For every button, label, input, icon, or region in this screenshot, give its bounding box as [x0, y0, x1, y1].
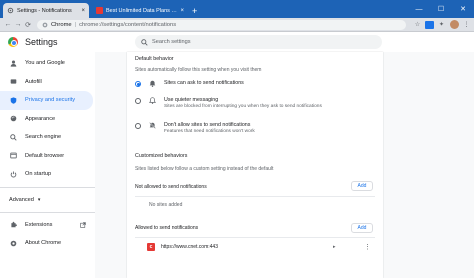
sidebar-item-about-chrome[interactable]: About Chrome [0, 234, 95, 253]
sidebar-item-privacy-and-security[interactable]: Privacy and security [0, 91, 93, 110]
gear-icon [7, 7, 14, 14]
allowed-site-row[interactable]: c https://www.cnet.com:443 ▸ ⋮ [147, 242, 379, 252]
not-allowed-title: Not allowed to send notifications [135, 184, 207, 190]
radio-sites-can-ask[interactable] [135, 81, 141, 87]
menu-icon[interactable]: ⋮ [462, 21, 471, 29]
option-description: Features that need notifications won't w… [164, 129, 255, 134]
sidebar-advanced-label: Advanced [9, 196, 34, 203]
tab-cnet[interactable]: Best Unlimited Data Plans for 2021 × [92, 3, 188, 18]
option-quieter-messaging[interactable]: Use quieter messaging Sites are blocked … [135, 97, 322, 109]
tab-close-button[interactable]: × [81, 8, 85, 14]
site-url: https://www.cnet.com:443 [161, 244, 218, 250]
option-sites-can-ask[interactable]: Sites can ask to send notifications [135, 80, 244, 87]
address-bar[interactable]: Chrome | chrome://settings/content/notif… [37, 19, 406, 30]
search-placeholder: Search settings [152, 39, 191, 45]
minimize-button[interactable]: — [408, 0, 430, 18]
sidebar-divider [0, 211, 95, 213]
sidebar-item-label: You and Google [25, 60, 65, 67]
page-title: Settings [25, 37, 58, 47]
chrome-icon [9, 239, 17, 247]
person-icon [9, 59, 17, 67]
reload-button[interactable]: ⟳ [23, 21, 33, 29]
tab-label: Best Unlimited Data Plans for 2021 [106, 7, 178, 14]
extensions-puzzle-icon[interactable]: ✦ [437, 21, 446, 29]
sidebar-item-extensions[interactable]: Extensions [0, 216, 95, 235]
customized-behaviors-title: Customized behaviors [135, 153, 188, 159]
extension-icon[interactable] [425, 20, 434, 29]
option-description: Sites are blocked from interrupting you … [164, 104, 322, 109]
maximize-button[interactable]: ☐ [430, 0, 452, 18]
sidebar-item-label: Extensions [25, 221, 53, 228]
allowed-title: Allowed to send notifications [135, 225, 199, 231]
profile-avatar[interactable] [450, 20, 459, 29]
window-controls: — ☐ ✕ [408, 0, 474, 18]
bell-off-icon [149, 122, 156, 129]
sidebar-item-default-browser[interactable]: Default browser [0, 147, 95, 166]
radio-dont-allow[interactable] [135, 123, 141, 129]
address-separator: | [74, 21, 77, 28]
power-icon [9, 170, 17, 178]
default-behavior-subtitle: Sites automatically follow this setting … [135, 67, 262, 73]
sidebar-item-on-startup[interactable]: On startup [0, 165, 95, 184]
search-icon [9, 133, 17, 141]
sidebar-item-label: About Chrome [25, 240, 62, 247]
option-label: Don't allow sites to send notifications [164, 122, 251, 128]
sidebar-item-label: Autofill [25, 78, 42, 85]
option-label: Sites can ask to send notifications [164, 80, 244, 86]
forward-button[interactable]: → [13, 21, 23, 28]
chevron-down-icon: ▾ [37, 196, 41, 203]
browser-icon [9, 152, 17, 160]
add-blocked-site-button[interactable]: Add [351, 181, 373, 191]
sidebar-item-label: Appearance [25, 115, 56, 122]
browser-toolbar: ← → ⟳ Chrome | chrome://settings/content… [0, 18, 474, 32]
address-host: Chrome [51, 21, 72, 28]
sidebar-item-appearance[interactable]: Appearance [0, 110, 95, 129]
tab-settings-notifications[interactable]: Settings - Notifications × [3, 3, 89, 18]
cnet-favicon-icon [96, 7, 103, 14]
tab-label: Settings - Notifications [17, 7, 72, 14]
open-external-icon [80, 221, 86, 230]
section-divider [135, 196, 375, 197]
sidebar-item-label: On startup [25, 171, 52, 178]
back-button[interactable]: ← [3, 21, 13, 28]
sidebar-item-label: Default browser [25, 152, 65, 159]
sidebar-item-autofill[interactable]: Autofill [0, 73, 95, 92]
no-sites-added-text: No sites added [149, 202, 183, 208]
more-actions-icon[interactable]: ⋮ [364, 243, 371, 251]
settings-sidebar: You and Google Autofill Privacy and secu… [0, 52, 95, 278]
close-window-button[interactable]: ✕ [452, 0, 474, 18]
section-divider [135, 237, 375, 238]
chrome-secure-icon [42, 22, 48, 27]
chrome-logo-icon [8, 37, 18, 47]
bell-quiet-icon [149, 97, 156, 104]
tab-close-button[interactable]: × [180, 8, 184, 14]
settings-header: Settings Search settings [0, 32, 474, 52]
add-allowed-site-button[interactable]: Add [351, 223, 373, 233]
star-icon[interactable]: ☆ [413, 21, 422, 29]
sidebar-item-you-and-google[interactable]: You and Google [0, 54, 95, 73]
sidebar-item-search-engine[interactable]: Search engine [0, 128, 95, 147]
search-settings-input[interactable]: Search settings [135, 35, 382, 49]
shield-icon [9, 96, 17, 104]
option-dont-allow[interactable]: Don't allow sites to send notifications … [135, 122, 255, 134]
tab-strip: Settings - Notifications × Best Unlimite… [0, 0, 474, 18]
site-favicon-icon: c [147, 243, 155, 251]
bell-icon [149, 80, 156, 87]
sidebar-item-label: Search engine [25, 134, 62, 141]
default-behavior-title: Default behavior [135, 56, 174, 62]
address-url: chrome://settings/content/notifications [79, 21, 177, 28]
option-label: Use quieter messaging [164, 97, 219, 103]
radio-quieter-messaging[interactable] [135, 98, 141, 104]
puzzle-icon [9, 221, 17, 229]
new-tab-button[interactable]: + [192, 3, 197, 18]
palette-icon [9, 115, 17, 123]
search-icon [141, 38, 148, 46]
notifications-card: Default behavior Sites automatically fol… [127, 52, 383, 278]
customized-behaviors-subtitle: Sites listed below follow a custom setti… [135, 166, 274, 172]
sidebar-advanced-toggle[interactable]: Advanced ▾ [0, 191, 95, 209]
expand-site-icon[interactable]: ▸ [333, 244, 336, 250]
sidebar-item-label: Privacy and security [25, 97, 76, 104]
sidebar-divider [0, 186, 95, 188]
autofill-icon [9, 78, 17, 86]
